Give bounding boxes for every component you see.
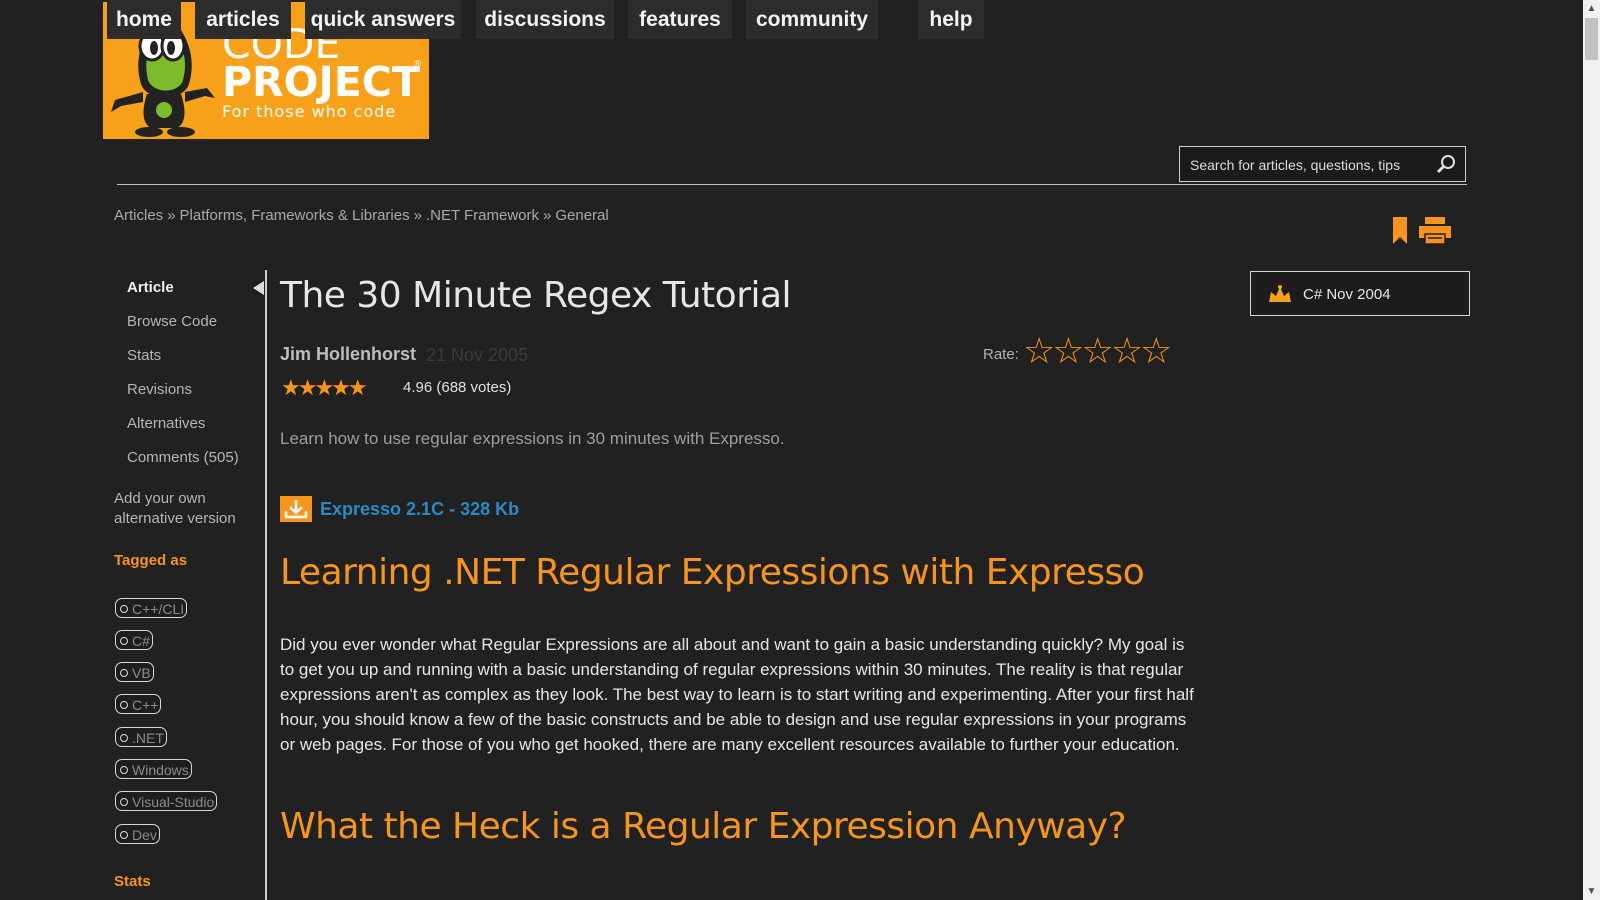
breadcrumb-separator: »	[543, 207, 552, 224]
tagged-as-heading: Tagged as	[114, 552, 188, 569]
nav-quick-answers[interactable]: quick answers	[305, 0, 461, 39]
breadcrumb-articles[interactable]: Articles	[114, 207, 163, 224]
article-date: 21 Nov 2005	[426, 345, 529, 365]
rating-votes: 4.96 (688 votes)	[403, 379, 512, 396]
scroll-down-arrow-icon[interactable]: ▼	[1583, 883, 1600, 900]
sidebar-divider	[265, 270, 267, 900]
award-badge[interactable]: C# Nov 2004	[1250, 271, 1470, 316]
breadcrumb: Articles» Platforms, Frameworks & Librari…	[114, 207, 609, 224]
nav-home[interactable]: home	[107, 0, 181, 39]
download-link[interactable]: Expresso 2.1C - 328 Kb	[320, 499, 519, 520]
sidebar-item-browse-code[interactable]: Browse Code	[127, 313, 217, 330]
bookmark-icon[interactable]	[1392, 216, 1408, 246]
logo-tagline: For those who code	[222, 102, 397, 121]
download-icon[interactable]	[280, 496, 312, 522]
article-summary: Learn how to use regular expressions in …	[280, 429, 785, 448]
tag-cpp[interactable]: C++	[115, 694, 162, 714]
sidebar-item-article[interactable]: Article	[127, 279, 174, 296]
stats-heading: Stats	[114, 873, 151, 890]
tag-cpp-cli[interactable]: C++/CLI	[115, 598, 188, 618]
rate-label: Rate:	[983, 346, 1019, 363]
nav-divider	[117, 184, 1467, 185]
print-icon[interactable]	[1418, 216, 1452, 246]
scroll-thumb[interactable]	[1585, 18, 1598, 60]
section-heading-what-is-regex: What the Heck is a Regular Expression An…	[280, 806, 1127, 847]
tag-visual-studio[interactable]: Visual-Studio	[115, 791, 218, 811]
award-label: C# Nov 2004	[1303, 286, 1391, 303]
nav-discussions[interactable]: discussions	[476, 0, 614, 39]
breadcrumb-separator: »	[413, 207, 422, 224]
sidebar-item-stats[interactable]: Stats	[127, 347, 161, 364]
intro-paragraph: Did you ever wonder what Regular Express…	[280, 635, 1194, 754]
add-alternative-link[interactable]: Add your own alternative version	[114, 489, 264, 529]
breadcrumb-platforms[interactable]: Platforms, Frameworks & Libraries	[180, 207, 410, 224]
breadcrumb-separator: »	[167, 207, 176, 224]
search-icon[interactable]	[1435, 153, 1457, 175]
sidebar-item-comments[interactable]: Comments (505)	[127, 449, 239, 466]
sidebar-item-revisions[interactable]: Revisions	[127, 381, 192, 398]
article-title: The 30 Minute Regex Tutorial	[280, 275, 792, 316]
search-input[interactable]	[1188, 153, 1437, 177]
tag-csharp[interactable]: C#	[115, 630, 153, 650]
tag-windows[interactable]: Windows	[115, 759, 192, 779]
award-trophy-icon	[1269, 285, 1291, 302]
nav-articles[interactable]: articles	[195, 0, 291, 39]
nav-features[interactable]: features	[628, 0, 732, 39]
scroll-up-arrow-icon[interactable]: ▲	[1583, 0, 1600, 17]
sidebar-item-alternatives[interactable]: Alternatives	[127, 415, 205, 432]
rating-stars-icon: ★★★★★	[281, 375, 368, 400]
search-box	[1179, 146, 1466, 182]
tag-dotnet[interactable]: .NET	[115, 727, 167, 747]
logo-text-project: PROJECT	[222, 58, 420, 106]
tag-vb[interactable]: VB	[115, 662, 154, 682]
nav-help[interactable]: help	[918, 0, 984, 39]
tag-dev[interactable]: Dev	[115, 824, 160, 844]
nav-community[interactable]: community	[746, 0, 878, 39]
registered-mark: ®	[414, 59, 422, 70]
rate-stars-widget[interactable]: ☆☆☆☆☆	[1023, 331, 1172, 371]
breadcrumb-dotnet-framework[interactable]: .NET Framework	[426, 207, 539, 224]
collapse-sidebar-arrow-icon[interactable]	[253, 281, 264, 295]
page-scrollbar[interactable]: ▲ ▼	[1583, 0, 1600, 900]
article-author[interactable]: Jim Hollenhorst	[280, 344, 416, 365]
breadcrumb-general[interactable]: General	[555, 207, 608, 224]
section-heading-learning: Learning .NET Regular Expressions with E…	[280, 552, 1145, 593]
